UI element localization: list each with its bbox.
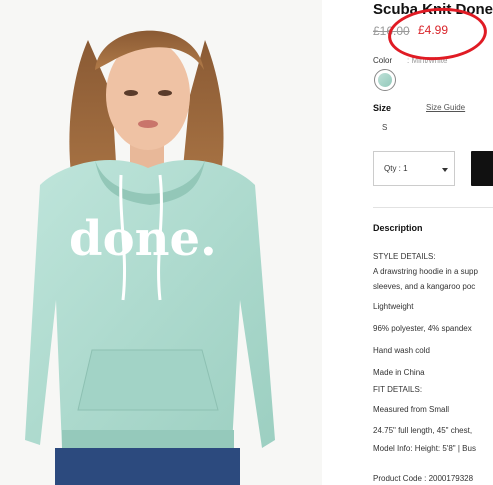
graphic-text: done. <box>69 211 217 267</box>
size-label: Size <box>373 103 392 113</box>
swatch-fill <box>378 73 392 87</box>
description-line: Model Info: Height: 5'8" | Bus <box>373 444 476 453</box>
quantity-label: Qty : 1 <box>384 164 408 173</box>
product-details: Scuba Knit Done £16.00 £4.99 Color : Min… <box>373 0 493 485</box>
quantity-select[interactable]: Qty : 1 <box>373 151 455 186</box>
description-line: STYLE DETAILS: <box>373 252 436 261</box>
chevron-down-icon <box>442 168 448 172</box>
product-photo-illustration: done. <box>0 0 322 485</box>
product-image: done. <box>0 0 322 485</box>
description-line: Lightweight <box>373 302 414 311</box>
description-line: sleeves, and a kangaroo poc <box>373 282 476 291</box>
description-heading: Description <box>373 223 423 233</box>
size-guide-link[interactable]: Size Guide <box>426 103 465 112</box>
description-line: Hand wash cold <box>373 346 430 355</box>
color-swatch[interactable] <box>374 69 396 91</box>
description-line: FIT DETAILS: <box>373 385 423 394</box>
size-option[interactable]: S <box>382 123 387 132</box>
description-line: Measured from Small <box>373 405 450 414</box>
color-label: Color <box>373 56 393 65</box>
add-to-bag-button[interactable] <box>471 151 493 186</box>
description-line: A drawstring hoodie in a supp <box>373 267 478 276</box>
description-line: Made in China <box>373 368 425 377</box>
product-code: Product Code : 2000179328 <box>373 474 474 483</box>
description-line: 24.75" full length, 45" chest, <box>373 426 473 435</box>
divider <box>373 207 493 208</box>
description-line: 96% polyester, 4% spandex <box>373 324 472 333</box>
